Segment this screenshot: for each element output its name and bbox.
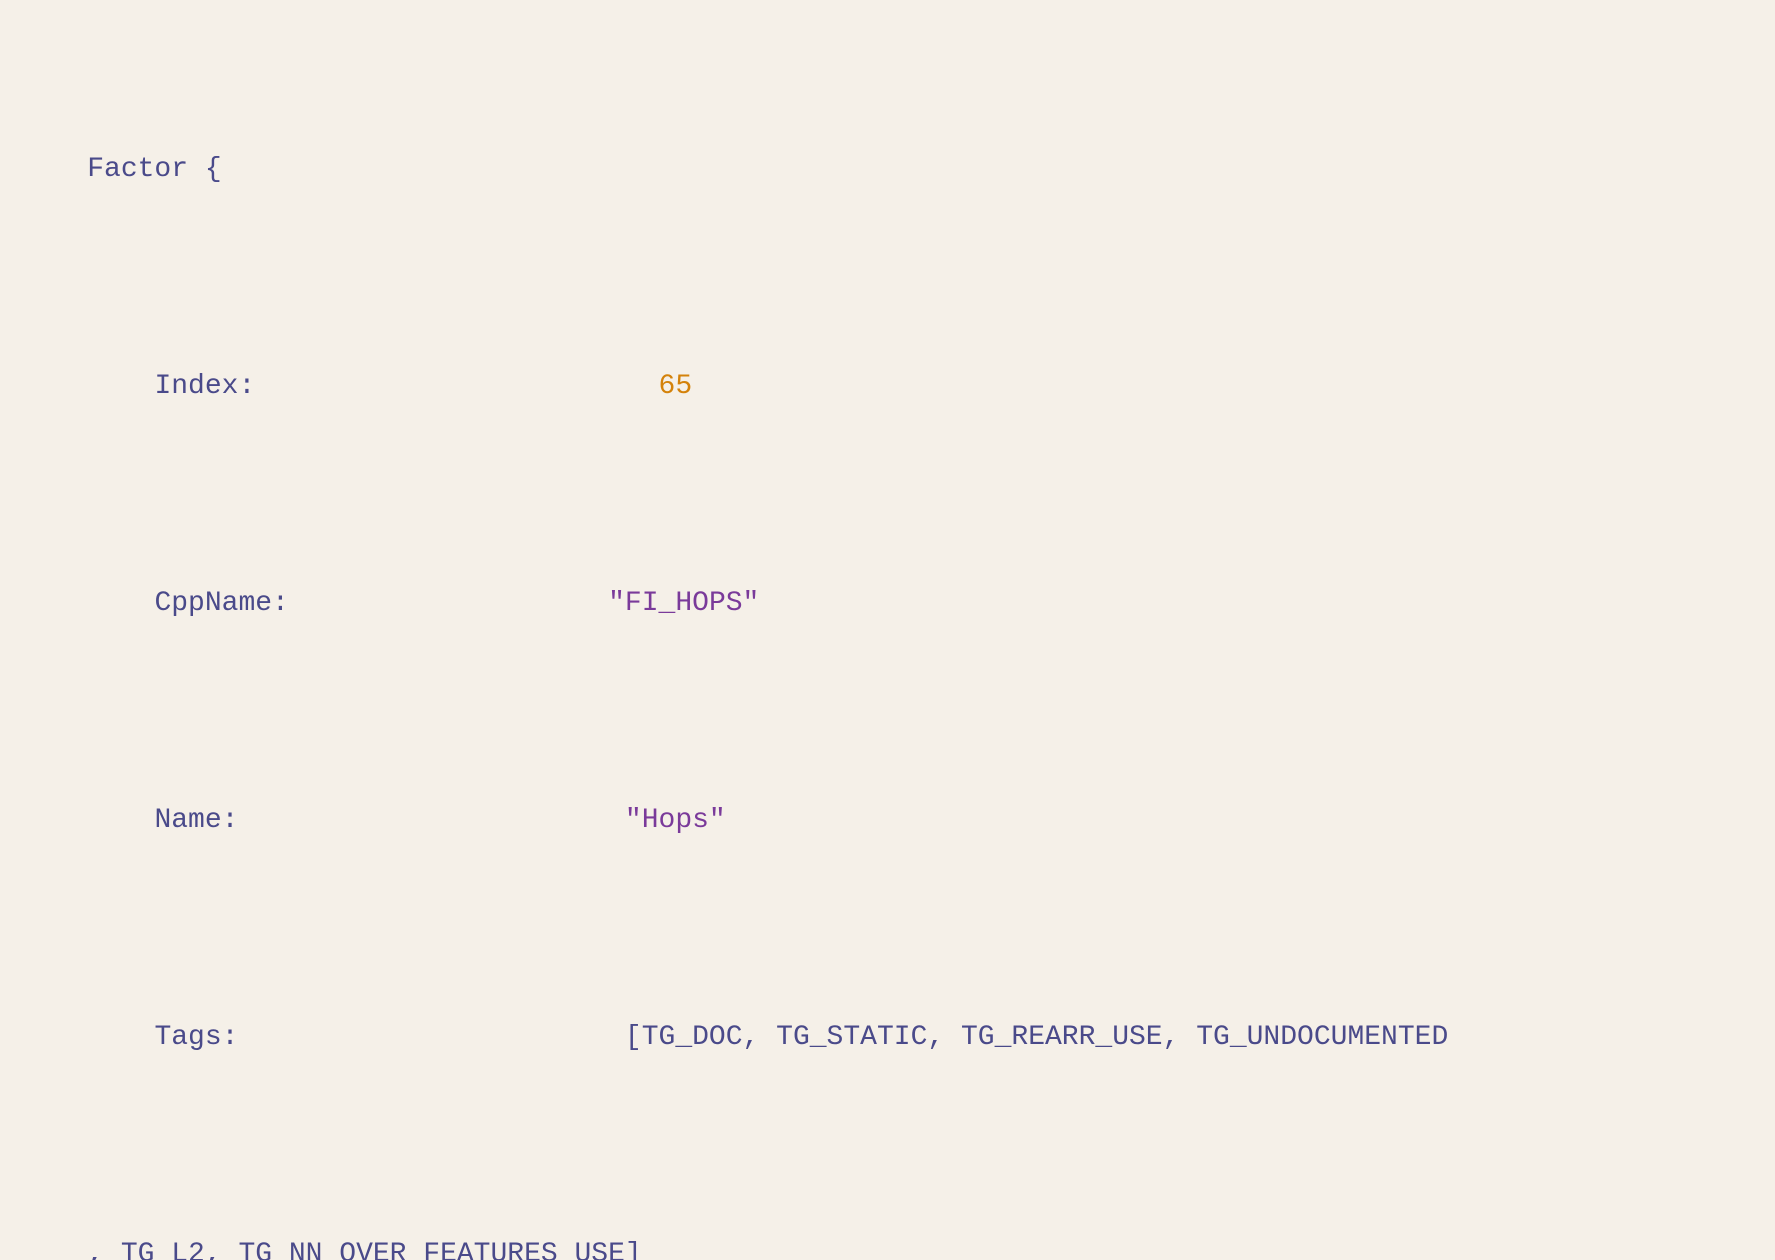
index-label: Index: [154, 371, 255, 402]
tags-spacer [238, 1022, 624, 1053]
indent [87, 805, 154, 836]
cppname-spacer [289, 588, 608, 619]
code-display: Factor { Index: 65 CppName: "FI_HOPS" Na… [20, 18, 1755, 1260]
name-spacer [238, 805, 624, 836]
tags-value-line2: , TG_L2, TG_NN_OVER_FEATURES_USE] [87, 1239, 642, 1260]
factor-keyword: Factor [87, 154, 188, 185]
tags-label: Tags: [154, 1022, 238, 1053]
index-value: 65 [659, 371, 693, 402]
cppname-value: "FI_HOPS" [608, 588, 759, 619]
index-spacer [255, 371, 658, 402]
cppname-label: CppName: [154, 588, 288, 619]
name-label: Name: [154, 805, 238, 836]
indent [87, 371, 154, 402]
name-value: "Hops" [625, 805, 726, 836]
indent [87, 588, 154, 619]
indent [87, 1022, 154, 1053]
open-brace: { [188, 154, 222, 185]
tags-value-line1: [TG_DOC, TG_STATIC, TG_REARR_USE, TG_UND… [625, 1022, 1448, 1053]
